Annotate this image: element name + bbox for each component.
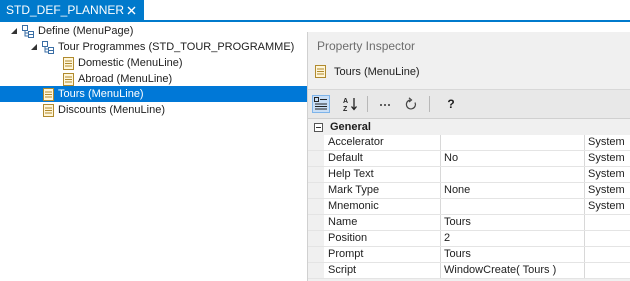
property-gutter bbox=[308, 215, 324, 230]
property-gutter bbox=[308, 263, 324, 278]
property-row[interactable]: Default No System bbox=[308, 151, 630, 167]
tree-item-discounts[interactable]: Discounts (MenuLine) bbox=[42, 102, 165, 118]
property-source: System bbox=[588, 200, 625, 212]
help-button[interactable]: ? bbox=[442, 95, 460, 113]
menu-page-icon bbox=[22, 24, 34, 38]
property-row[interactable]: Name Tours bbox=[308, 215, 630, 231]
refresh-icon bbox=[405, 97, 417, 110]
categorized-view-button[interactable] bbox=[312, 95, 330, 113]
inspector-title: Property Inspector bbox=[317, 39, 416, 53]
menu-line-icon bbox=[315, 65, 326, 78]
tree-item-label: Domestic (MenuLine) bbox=[78, 57, 183, 69]
property-gutter bbox=[308, 151, 324, 166]
property-source: System bbox=[588, 152, 625, 164]
property-value[interactable]: Tours bbox=[441, 215, 585, 230]
property-gutter bbox=[308, 199, 324, 214]
alphabetical-view-button[interactable]: A Z bbox=[342, 95, 360, 113]
ellipsis-icon bbox=[380, 104, 390, 106]
property-value[interactable]: None bbox=[441, 183, 585, 198]
toolbar-separator bbox=[429, 96, 430, 112]
tree-item-label: Tours (MenuLine) bbox=[58, 88, 144, 100]
svg-text:Z: Z bbox=[343, 106, 348, 112]
collapse-category-icon[interactable] bbox=[314, 122, 323, 132]
property-name: Script bbox=[324, 263, 441, 278]
tree-item-tour-programmes[interactable]: Tour Programmes (STD_TOUR_PROGRAMME) bbox=[30, 39, 294, 55]
tree-item-label: Abroad (MenuLine) bbox=[78, 73, 173, 85]
property-row[interactable]: Mark Type None System bbox=[308, 183, 630, 199]
property-name: Prompt bbox=[324, 247, 441, 262]
tree-item-label: Tour Programmes (STD_TOUR_PROGRAMME) bbox=[58, 41, 295, 53]
inspector-toolbar: A Z ? bbox=[308, 89, 630, 119]
svg-text:A: A bbox=[343, 98, 348, 105]
property-name: Name bbox=[324, 215, 441, 230]
property-source: System bbox=[588, 168, 625, 180]
property-name: Default bbox=[324, 151, 441, 166]
property-value[interactable]: WindowCreate( Tours ) bbox=[441, 263, 585, 278]
property-name: Help Text bbox=[324, 167, 441, 182]
menu-line-icon bbox=[43, 103, 54, 117]
selected-object: Tours (MenuLine) bbox=[314, 65, 420, 78]
refresh-button[interactable] bbox=[402, 95, 420, 113]
property-source: System bbox=[588, 184, 625, 196]
category-general[interactable]: General bbox=[308, 119, 630, 135]
property-gutter bbox=[308, 247, 324, 262]
selected-object-label: Tours (MenuLine) bbox=[334, 65, 420, 78]
menu-line-icon bbox=[43, 87, 54, 101]
property-row[interactable]: Accelerator System bbox=[308, 135, 630, 151]
property-value[interactable]: Tours bbox=[441, 247, 585, 262]
property-source: System bbox=[588, 136, 625, 148]
property-name: Mnemonic bbox=[324, 199, 441, 214]
property-name: Mark Type bbox=[324, 183, 441, 198]
collapse-arrow-icon[interactable] bbox=[10, 27, 18, 35]
property-gutter bbox=[308, 231, 324, 246]
property-value[interactable] bbox=[441, 199, 585, 214]
sort-az-icon: A Z bbox=[343, 98, 357, 112]
toolbar-separator bbox=[367, 96, 368, 112]
property-name: Accelerator bbox=[324, 135, 441, 150]
property-value[interactable] bbox=[441, 167, 585, 182]
property-value[interactable] bbox=[441, 135, 585, 150]
property-source bbox=[585, 247, 630, 262]
property-source bbox=[585, 263, 630, 278]
tree-item-label: Discounts (MenuLine) bbox=[58, 104, 165, 116]
category-label: General bbox=[330, 121, 371, 133]
property-row[interactable]: Prompt Tours bbox=[308, 247, 630, 263]
tab-underline bbox=[0, 20, 630, 22]
property-row[interactable]: Mnemonic System bbox=[308, 199, 630, 215]
property-row[interactable]: Help Text System bbox=[308, 167, 630, 183]
document-tab[interactable]: STD_DEF_PLANNER bbox=[0, 0, 144, 20]
collapse-arrow-icon[interactable] bbox=[30, 43, 38, 51]
tree-item-abroad[interactable]: Abroad (MenuLine) bbox=[62, 71, 172, 87]
property-row[interactable]: Script WindowCreate( Tours ) bbox=[308, 263, 630, 279]
property-value[interactable]: No bbox=[441, 151, 585, 166]
categorized-icon bbox=[314, 97, 327, 110]
property-grid: General Accelerator System Default No System… bbox=[308, 119, 630, 279]
tree-item-label: Define (MenuPage) bbox=[38, 25, 134, 37]
property-inspector: Property Inspector Tours (MenuLine) A Z bbox=[307, 32, 630, 281]
menu-line-icon bbox=[63, 56, 74, 70]
menu-icon bbox=[42, 40, 54, 54]
property-source bbox=[585, 215, 630, 230]
property-value[interactable]: 2 bbox=[441, 231, 585, 246]
property-source bbox=[585, 231, 630, 246]
tree-item-domestic[interactable]: Domestic (MenuLine) bbox=[62, 55, 183, 71]
more-button[interactable] bbox=[376, 95, 394, 113]
menu-line-icon bbox=[63, 72, 74, 86]
property-row[interactable]: Position 2 bbox=[308, 231, 630, 247]
close-icon[interactable] bbox=[124, 3, 138, 17]
property-gutter bbox=[308, 135, 324, 150]
tree-item-define[interactable]: Define (MenuPage) bbox=[10, 23, 133, 39]
tab-title: STD_DEF_PLANNER bbox=[6, 3, 125, 17]
property-gutter bbox=[308, 183, 324, 198]
tree-item-tours[interactable]: Tours (MenuLine) bbox=[0, 86, 307, 102]
property-gutter bbox=[308, 167, 324, 182]
property-name: Position bbox=[324, 231, 441, 246]
